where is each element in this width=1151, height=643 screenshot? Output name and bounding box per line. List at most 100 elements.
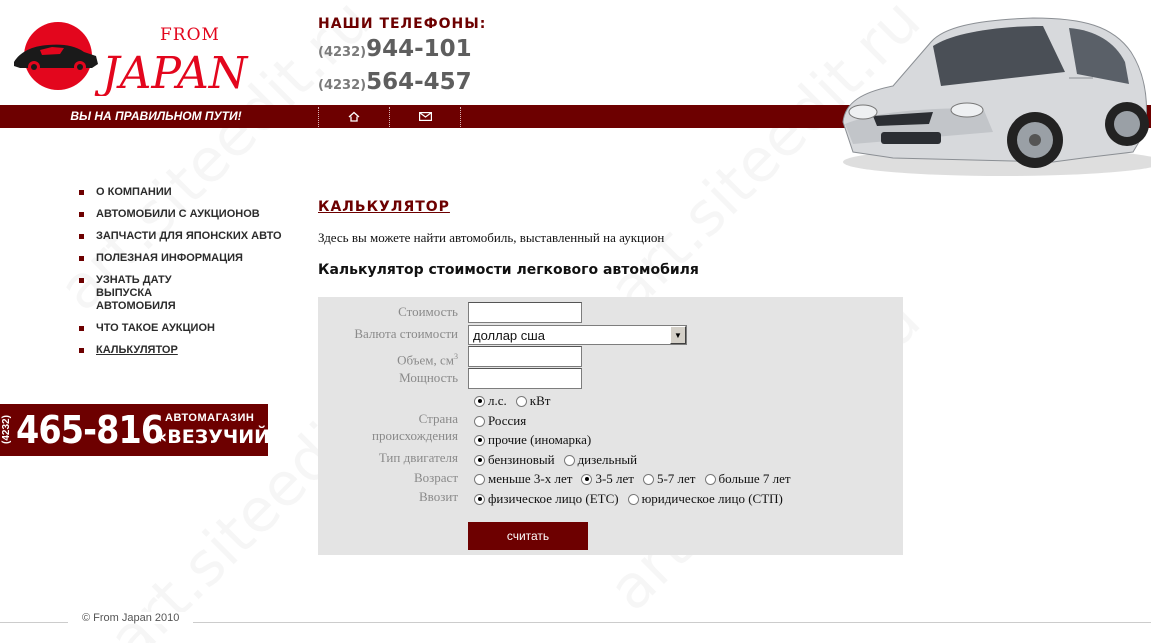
menu-item-label: АВТОМОБИЛИ С АУКЦИОНОВ bbox=[96, 208, 260, 220]
menu-item-release-date[interactable]: УЗНАТЬ ДАТУ ВЫПУСКА АВТОМОБИЛЯ bbox=[79, 274, 229, 313]
cost-label: Стоимость bbox=[398, 304, 458, 319]
age-3-5[interactable]: 3-5 лет bbox=[581, 471, 634, 487]
menu-item-calculator[interactable]: КАЛЬКУЛЯТОР bbox=[79, 344, 294, 357]
importer-legal-entity[interactable]: юридическое лицо (СТП) bbox=[627, 491, 783, 507]
banner-phone-number: 465-816 bbox=[16, 408, 164, 452]
country-label: Страна bbox=[418, 411, 458, 426]
radio-button[interactable] bbox=[563, 454, 575, 466]
age-label: Возраст bbox=[413, 470, 458, 485]
phone-code: (4232) bbox=[318, 45, 367, 60]
vezuchiy-banner[interactable]: (4232) 465-816 АВТОМАГАЗИН «ВЕЗУЧИЙ» bbox=[0, 404, 282, 456]
engine-petrol[interactable]: бензиновый bbox=[474, 452, 555, 468]
logo-big-text: JAPAN bbox=[94, 48, 249, 96]
car-image bbox=[842, 17, 1151, 176]
power-label: Мощность bbox=[399, 370, 458, 385]
radio-button[interactable] bbox=[474, 434, 485, 446]
phone-number: (4232)944-101 bbox=[318, 36, 472, 62]
option-label: л.с. bbox=[488, 393, 507, 408]
engine-group: бензиновый дизельный bbox=[474, 452, 646, 468]
age-under-3[interactable]: меньше 3-х лет bbox=[474, 471, 572, 487]
nav-separator bbox=[460, 107, 461, 127]
currency-selected: доллар сша bbox=[473, 327, 545, 343]
slogan: ВЫ НА ПРАВИЛЬНОМ ПУТИ! bbox=[70, 109, 242, 123]
country-option-foreign[interactable]: прочие (иномарка) bbox=[474, 432, 591, 448]
menu-item-label: УЗНАТЬ ДАТУ ВЫПУСКА АВТОМОБИЛЯ bbox=[96, 274, 176, 312]
menu-item-label: ЧТО ТАКОЕ АУКЦИОН bbox=[96, 322, 215, 334]
volume-label-sup: 3 bbox=[454, 352, 458, 361]
importer-group: физическое лицо (ЕТС) юридическое лицо (… bbox=[474, 491, 792, 507]
radio-button[interactable] bbox=[474, 493, 485, 505]
radio-button[interactable] bbox=[642, 473, 654, 485]
currency-select[interactable]: доллар сша ▼ bbox=[468, 325, 687, 345]
currency-label: Валюта стоимости bbox=[354, 326, 458, 341]
age-over-7[interactable]: больше 7 лет bbox=[704, 471, 791, 487]
power-unit-kw[interactable]: кВт bbox=[515, 393, 551, 409]
phone-value: 564-457 bbox=[366, 69, 472, 95]
menu-item-what-is-auction[interactable]: ЧТО ТАКОЕ АУКЦИОН bbox=[79, 322, 294, 335]
mail-link[interactable] bbox=[390, 105, 460, 128]
volume-input[interactable] bbox=[468, 346, 582, 367]
banner-phone-code: (4232) bbox=[1, 415, 12, 445]
banner-subtitle: АВТОМАГАЗИН bbox=[165, 412, 255, 424]
intro-text: Здесь вы можете найти автомобиль, выстав… bbox=[318, 230, 665, 245]
calculator-title: Калькулятор стоимости легкового автомоби… bbox=[318, 262, 699, 278]
logo-small-text: FROM bbox=[160, 25, 220, 45]
radio-button[interactable] bbox=[474, 473, 485, 485]
radio-button[interactable] bbox=[581, 473, 593, 485]
menu-item-label: ЗАПЧАСТИ ДЛЯ ЯПОНСКИХ АВТО bbox=[96, 230, 282, 242]
phones-title: НАШИ ТЕЛЕФОНЫ: bbox=[318, 16, 487, 32]
radio-button[interactable] bbox=[474, 454, 485, 466]
importer-label: Ввозит bbox=[419, 489, 458, 504]
radio-button[interactable] bbox=[627, 493, 639, 505]
menu-item-useful-info[interactable]: ПОЛЕЗНАЯ ИНФОРМАЦИЯ bbox=[79, 252, 294, 265]
option-label: Россия bbox=[488, 413, 527, 428]
phone-value: 944-101 bbox=[366, 36, 472, 62]
radio-button[interactable] bbox=[704, 473, 716, 485]
menu-item-parts[interactable]: ЗАПЧАСТИ ДЛЯ ЯПОНСКИХ АВТО bbox=[79, 230, 294, 243]
menu-item-about[interactable]: О КОМПАНИИ bbox=[79, 186, 294, 199]
importer-individual[interactable]: физическое лицо (ЕТС) bbox=[474, 491, 619, 507]
calculate-button[interactable]: считать bbox=[468, 522, 588, 550]
menu-item-label: КАЛЬКУЛЯТОР bbox=[96, 344, 178, 356]
country-label-line2: происхождения bbox=[372, 428, 458, 443]
age-group: меньше 3-х лет 3-5 лет 5-7 лет больше 7 … bbox=[474, 471, 800, 487]
home-icon bbox=[348, 111, 360, 122]
phone-number: (4232)564-457 bbox=[318, 69, 472, 95]
menu-item-auction-cars[interactable]: АВТОМОБИЛИ С АУКЦИОНОВ bbox=[79, 208, 294, 221]
power-unit-group: л.с. кВт bbox=[474, 393, 559, 409]
chevron-down-icon[interactable]: ▼ bbox=[670, 326, 686, 344]
phone-code: (4232) bbox=[318, 78, 367, 93]
menu-item-label: ПОЛЕЗНАЯ ИНФОРМАЦИЯ bbox=[96, 252, 243, 264]
option-label: физическое лицо (ЕТС) bbox=[488, 491, 619, 506]
radio-button[interactable] bbox=[474, 415, 485, 427]
engine-diesel[interactable]: дизельный bbox=[563, 452, 638, 468]
option-label: прочие (иномарка) bbox=[488, 432, 592, 447]
option-label: больше 7 лет bbox=[718, 471, 791, 486]
option-label: бензиновый bbox=[488, 452, 555, 467]
from-japan-logo[interactable]: FROM JAPAN bbox=[10, 18, 260, 96]
engine-label: Тип двигателя bbox=[378, 450, 458, 465]
option-label: дизельный bbox=[577, 452, 638, 467]
radio-button[interactable] bbox=[474, 395, 485, 407]
menu-item-label: О КОМПАНИИ bbox=[96, 186, 172, 198]
option-label: меньше 3-х лет bbox=[488, 471, 573, 486]
option-label: кВт bbox=[529, 393, 551, 408]
age-5-7[interactable]: 5-7 лет bbox=[642, 471, 696, 487]
banner-shop-name: «ВЕЗУЧИЙ» bbox=[155, 426, 283, 448]
volume-label: Объем, см3 bbox=[397, 349, 458, 368]
radio-button[interactable] bbox=[515, 395, 527, 407]
volume-label-text: Объем, см bbox=[397, 352, 454, 368]
side-menu: О КОМПАНИИ АВТОМОБИЛИ С АУКЦИОНОВ ЗАПЧАС… bbox=[79, 186, 294, 366]
page-title: КАЛЬКУЛЯТОР bbox=[318, 199, 450, 215]
footer-copyright: © From Japan 2010 bbox=[68, 612, 194, 624]
calculator-form: Стоимость Валюта стоимости доллар сша ▼ … bbox=[318, 297, 903, 555]
home-link[interactable] bbox=[319, 105, 389, 128]
power-unit-hp[interactable]: л.с. bbox=[474, 393, 507, 409]
option-label: 3-5 лет bbox=[595, 471, 634, 486]
power-input[interactable] bbox=[468, 368, 582, 389]
option-label: юридическое лицо (СТП) bbox=[641, 491, 783, 506]
country-option-russia[interactable]: Россия bbox=[474, 413, 526, 429]
cost-input[interactable] bbox=[468, 302, 582, 323]
option-label: 5-7 лет bbox=[656, 471, 696, 486]
mail-icon bbox=[418, 112, 432, 121]
